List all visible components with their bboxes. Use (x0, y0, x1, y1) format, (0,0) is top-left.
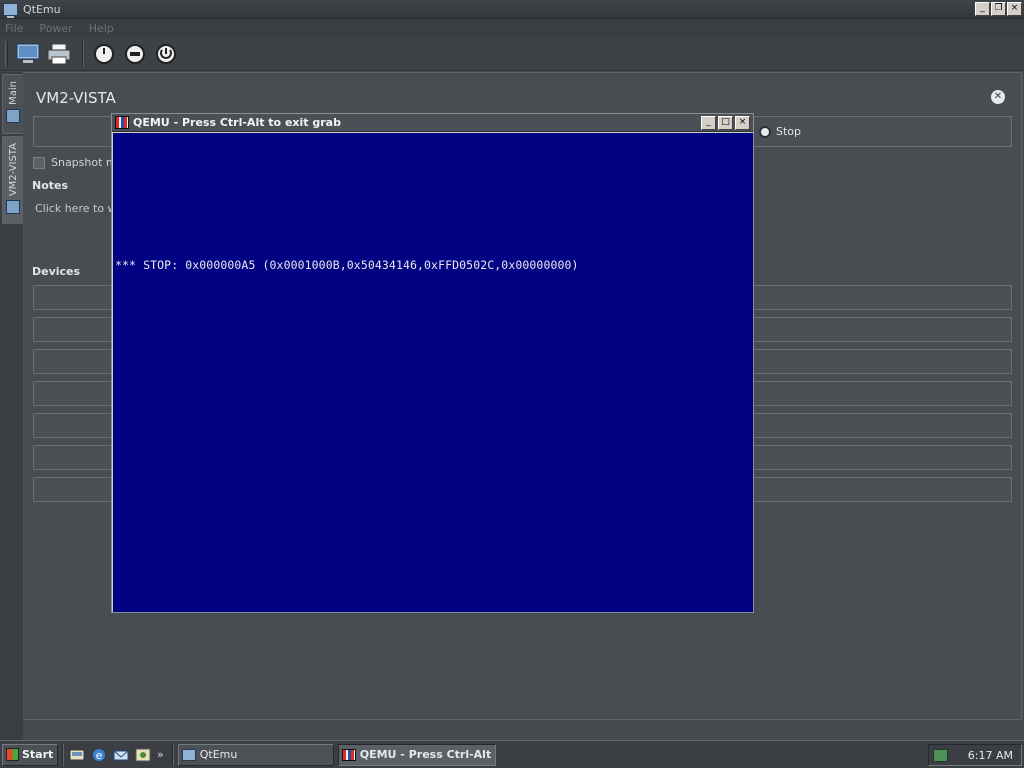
maximize-button[interactable]: ❐ (991, 2, 1006, 16)
qemu-maximize-button[interactable]: □ (718, 116, 733, 130)
tab-vm2-vista[interactable]: VM2-VISTA (2, 136, 23, 224)
stop-label: Stop (776, 125, 802, 138)
taskbar-separator (171, 743, 174, 766)
start-button[interactable]: Start (2, 743, 58, 766)
qemu-icon (115, 116, 129, 129)
menu-bar: File Power Help (0, 19, 1024, 37)
qemu-icon (341, 748, 356, 761)
taskbar-separator (62, 743, 64, 766)
machine-icon (6, 108, 20, 123)
tab-vm2-vista-label: VM2-VISTA (7, 143, 19, 197)
devices-heading: Devices (32, 265, 81, 278)
toolbar-grip[interactable] (5, 40, 8, 67)
menu-file[interactable]: File (5, 22, 23, 35)
vm-title: VM2-VISTA (36, 89, 116, 107)
svg-text:e: e (95, 749, 102, 762)
restart-icon[interactable] (152, 40, 180, 68)
qemu-window-controls: _ □ × (701, 116, 750, 130)
machine-icon (6, 200, 20, 215)
windows-logo-icon (6, 748, 19, 761)
clock[interactable]: 6:17 AM (968, 749, 1013, 762)
window-controls: _ ❐ × (975, 2, 1022, 16)
internet-explorer-icon[interactable]: e (90, 746, 107, 763)
qtemu-icon (3, 2, 18, 18)
app-title: QtEmu (23, 2, 61, 16)
qemu-minimize-button[interactable]: _ (701, 116, 716, 130)
qemu-title: QEMU - Press Ctrl-Alt to exit grab (133, 116, 341, 129)
quicklaunch-more-icon[interactable]: » (157, 748, 164, 761)
outlook-express-icon[interactable] (112, 746, 129, 763)
notes-heading: Notes (32, 179, 69, 192)
tab-main-label: Main (7, 81, 19, 105)
stop-icon (759, 125, 771, 138)
media-player-icon[interactable] (134, 746, 151, 763)
qemu-titlebar[interactable]: QEMU - Press Ctrl-Alt to exit grab _ □ × (112, 114, 753, 132)
task-button-qemu[interactable]: QEMU - Press Ctrl-Alt t... (337, 743, 496, 766)
close-tab-icon[interactable]: ✕ (991, 90, 1005, 104)
stop-error-message: *** STOP: 0x000000A5 (0x0001000B,0x50434… (115, 258, 579, 272)
minimize-button[interactable]: _ (975, 2, 990, 16)
checkbox-box[interactable] (33, 156, 45, 169)
task-label: QtEmu (199, 748, 238, 761)
qtemu-icon (181, 748, 196, 761)
system-tray: 6:17 AM (928, 744, 1022, 766)
qemu-window[interactable]: QEMU - Press Ctrl-Alt to exit grab _ □ ×… (111, 113, 754, 613)
printer-icon[interactable] (45, 40, 73, 68)
task-label: QEMU - Press Ctrl-Alt t... (359, 748, 495, 761)
qemu-close-button[interactable]: × (735, 116, 750, 130)
pause-icon[interactable] (121, 40, 149, 68)
stop-button[interactable]: Stop (759, 125, 801, 138)
taskbar: Start e » QtEmu QEMU - Press Ctrl-Alt t.… (0, 740, 1024, 768)
app-titlebar[interactable]: QtEmu _ ❐ × (0, 0, 1024, 19)
start-label: Start (22, 748, 54, 761)
new-machine-icon[interactable] (14, 40, 42, 68)
toolbar-separator (82, 40, 84, 67)
network-icon[interactable] (933, 748, 948, 762)
power-icon[interactable] (90, 40, 118, 68)
close-button[interactable]: × (1007, 2, 1022, 16)
tab-main[interactable]: Main (2, 74, 23, 134)
guest-screen[interactable]: *** STOP: 0x000000A5 (0x0001000B,0x50434… (113, 133, 753, 612)
show-desktop-icon[interactable] (68, 746, 85, 763)
vertical-tab-bar: Main VM2-VISTA (0, 72, 23, 740)
menu-help[interactable]: Help (89, 22, 114, 35)
notes-field[interactable]: Click here to wr (35, 202, 121, 215)
toolbar (0, 37, 1024, 71)
snapshot-mode-checkbox[interactable]: Snapshot mo (33, 156, 123, 169)
menu-power[interactable]: Power (39, 22, 72, 35)
task-button-qtemu[interactable]: QtEmu (177, 743, 334, 766)
